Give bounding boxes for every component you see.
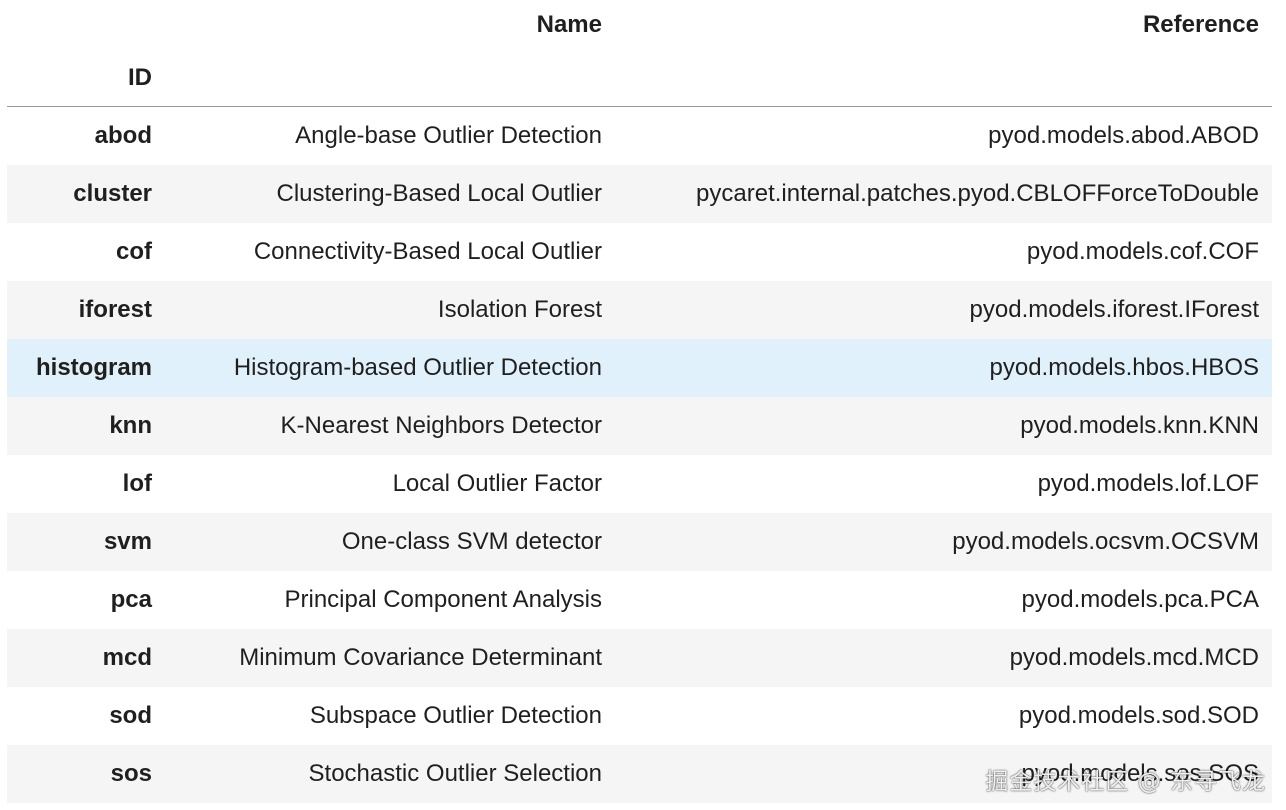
row-reference-cell: pyod.models.hbos.HBOS [989,354,1259,381]
row-reference-cell: pycaret.internal.patches.pyod.CBLOFForce… [696,180,1259,207]
row-index-cell: mcd [102,644,152,671]
row-name-cell: Connectivity-Based Local Outlier [253,238,602,265]
row-reference-cell: pyod.models.ocsvm.OCSVM [952,528,1259,555]
table-row: sos Stochastic Outlier Selection pyod.mode… [7,745,1272,803]
row-index-cell: histogram [35,354,152,381]
row-index-cell: abod [94,122,152,149]
row-index-cell: cof [116,238,152,265]
row-reference-cell: pyod.models.cof.COF [1026,238,1259,265]
table-body: abod Angle-base Outlier Detection pyod.mod… [7,107,1272,803]
row-reference-cell: pyod.models.abod.ABOD [988,122,1259,149]
dataframe-table-container: Name Reference ID abod Angle-base Outlier… [7,0,1272,803]
table-row: cluster Clustering-Based Local Outlier pyc… [7,165,1272,223]
table-row: pca Principal Component Analysis pyod.mode… [7,571,1272,629]
table-row: lof Local Outlier Factor pyod.models.lof.L… [7,455,1272,513]
column-header-row: Name Reference [7,0,1272,50]
row-index-cell: pca [110,586,152,613]
table-row: histogram Histogram-based Outlier Detecti… [7,339,1272,397]
row-reference-cell: pyod.models.mcd.MCD [1009,644,1259,671]
row-name-cell: Isolation Forest [437,296,602,323]
row-name-cell: Angle-base Outlier Detection [295,122,602,149]
index-name-blank-1 [165,50,615,107]
index-name-blank-2 [615,50,1272,107]
row-reference-cell: pyod.models.iforest.IForest [969,296,1259,323]
row-reference-cell: pyod.models.sod.SOD [1018,702,1259,729]
row-reference-cell: pyod.models.sos.SOS [1021,760,1259,787]
table-row: cof Connectivity-Based Local Outlier pyod.… [7,223,1272,281]
table-row: mcd Minimum Covariance Determinant pyod.mo… [7,629,1272,687]
table-row: sod Subspace Outlier Detection pyod.models… [7,687,1272,745]
table-header: Name Reference ID [7,0,1272,107]
table-row: abod Angle-base Outlier Detection pyod.mod… [7,107,1272,166]
row-name-cell: Stochastic Outlier Selection [308,760,602,787]
column-header-name: Name [536,11,602,38]
index-name-row: ID [7,50,1272,107]
row-index-cell: knn [109,412,152,439]
row-reference-cell: pyod.models.pca.PCA [1021,586,1259,613]
row-name-cell: Clustering-Based Local Outlier [276,180,603,207]
row-name-cell: Minimum Covariance Determinant [239,644,602,671]
row-name-cell: Histogram-based Outlier Detection [233,354,602,381]
row-index-cell: sod [109,702,152,729]
dataframe-table: Name Reference ID abod Angle-base Outlier… [7,0,1272,803]
row-index-cell: sos [110,760,152,787]
row-index-cell: iforest [78,296,152,323]
table-row: svm One-class SVM detector pyod.models.ocs… [7,513,1272,571]
row-name-cell: Local Outlier Factor [392,470,602,497]
table-row: iforest Isolation Forest pyod.models.ifore… [7,281,1272,339]
row-index-cell: lof [122,470,152,497]
row-index-cell: svm [103,528,152,555]
table-row: knn K-Nearest Neighbors Detector pyod.mode… [7,397,1272,455]
row-reference-cell: pyod.models.lof.LOF [1037,470,1259,497]
row-index-cell: cluster [73,180,152,207]
row-reference-cell: pyod.models.knn.KNN [1020,412,1259,439]
index-header-blank [7,0,165,50]
row-name-cell: Subspace Outlier Detection [309,702,602,729]
row-name-cell: Principal Component Analysis [284,586,603,613]
row-name-cell: K-Nearest Neighbors Detector [280,412,602,439]
column-header-reference: Reference [1142,11,1259,38]
index-name-header: ID [7,50,165,107]
row-name-cell: One-class SVM detector [341,528,602,555]
